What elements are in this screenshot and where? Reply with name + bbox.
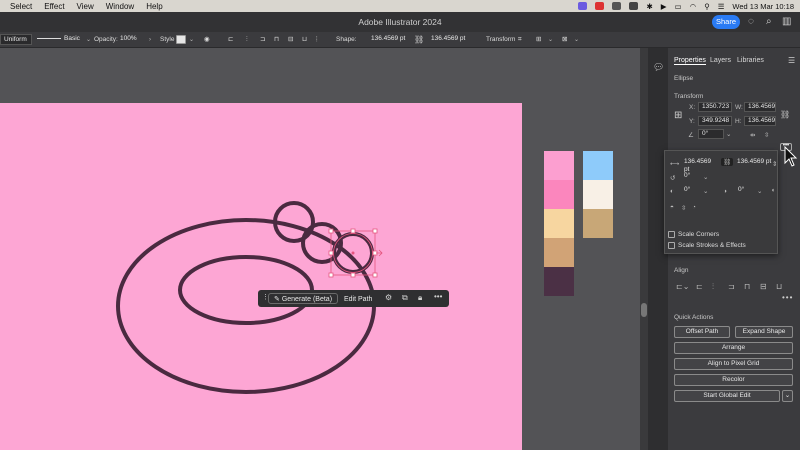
global-edit-options-button[interactable]: ⌄ [782, 390, 793, 402]
popup-height-input[interactable]: 136.4569 pt [734, 158, 772, 168]
align-right-icon[interactable]: ⊐ [728, 282, 735, 291]
flip-vertical-icon[interactable]: ⇳ [681, 204, 686, 212]
popup-width-input[interactable]: 136.4569 pt [681, 158, 717, 173]
start-global-edit-button[interactable]: Start Global Edit [674, 390, 780, 402]
align-bottom-icon[interactable]: ⊔ [776, 282, 782, 291]
w-label: W: [735, 104, 743, 111]
generate-icon: ✎ [274, 296, 280, 303]
edit-path-button[interactable]: Edit Path [338, 293, 378, 304]
comments-icon[interactable]: 💬︎ [653, 62, 664, 73]
swatch-pink-light[interactable] [544, 151, 574, 180]
quick-actions-heading: Quick Actions [674, 314, 714, 321]
swatch-sky[interactable] [583, 151, 613, 180]
w-input[interactable]: 136.4569 [744, 102, 776, 112]
align-hcenter-icon[interactable]: ⫶ [712, 282, 714, 292]
contextual-task-bar: ⋮ ✎ Generate (Beta) Edit Path ⚙ ⧉ 🔒︎ ••• [258, 290, 449, 307]
battery-icon[interactable]: ▭ [675, 2, 682, 11]
scale-strokes-checkbox[interactable] [668, 242, 675, 249]
vertical-scrollbar[interactable] [640, 48, 648, 450]
swatch-khaki[interactable] [583, 209, 613, 238]
popup-rotate-input[interactable]: 0° [681, 172, 703, 182]
scale-corners-checkbox[interactable] [668, 231, 675, 238]
clock[interactable]: Wed 13 Mar 10:18 [732, 2, 794, 11]
flip-horizontal-icon[interactable]: ⇹ [750, 131, 755, 139]
chevron-down-icon[interactable]: ⌄ [726, 130, 731, 138]
popup-reflect-input[interactable]: 0° [735, 186, 757, 196]
lock-icon[interactable]: 🔒︎ [418, 293, 422, 303]
scale-corners-label: Scale Corners [678, 231, 720, 238]
duplicate-icon[interactable]: ⧉ [402, 293, 408, 303]
search-icon[interactable]: ⚲ [704, 2, 710, 11]
control-center-icon[interactable]: ☰ [718, 2, 725, 11]
play-icon[interactable]: ▶ [661, 2, 667, 11]
height-icon: ⇕ [772, 161, 778, 168]
h-label: H: [735, 118, 742, 125]
rotation-input[interactable]: 0° [698, 129, 724, 139]
help-icon[interactable]: ◌ [748, 16, 754, 27]
tab-libraries[interactable]: Libraries [737, 57, 764, 64]
recolor-button[interactable]: Recolor [674, 374, 793, 386]
search-icon[interactable]: ⌕ [766, 16, 772, 27]
object-type-label: Ellipse [674, 75, 694, 82]
swatch-peach[interactable] [544, 209, 574, 238]
rotate-icon: ↺ [670, 175, 676, 182]
transform-heading: Transform [674, 93, 704, 100]
y-input[interactable]: 349.9248 [698, 116, 732, 126]
align-pixel-grid-button[interactable]: Align to Pixel Grid [674, 358, 793, 370]
align-more-icon[interactable]: ••• [782, 293, 793, 302]
x-input[interactable]: 1350.723 [698, 102, 732, 112]
align-heading: Align [674, 267, 689, 274]
tab-layers[interactable]: Layers [710, 57, 731, 64]
link-icon[interactable]: ⛓ [721, 158, 734, 166]
swatch-tan[interactable] [544, 238, 574, 267]
width-icon: ⟷ [670, 161, 680, 168]
scrollbar-thumb[interactable] [641, 303, 647, 317]
chevron-down-icon[interactable]: ⌄ [703, 187, 708, 195]
rotate-icon: ∠ [688, 132, 694, 139]
reflect-axis-icon[interactable]: ◖ [771, 187, 775, 194]
tab-properties[interactable]: Properties [674, 57, 706, 65]
scale-strokes-label: Scale Strokes & Effects [678, 242, 746, 249]
mouse-cursor-icon [784, 146, 798, 167]
swatch-plum[interactable] [544, 267, 574, 296]
arrange-button[interactable]: Arrange [674, 342, 793, 354]
workspace-icon[interactable]: ▥ [782, 16, 791, 27]
align-top-icon[interactable]: ⊓ [744, 282, 750, 291]
align-left-icon[interactable]: ⊏ [696, 282, 703, 291]
more-options-icon[interactable]: ••• [434, 292, 442, 301]
bluetooth-icon[interactable]: ✱ [646, 2, 652, 11]
shear-icon: ◐ [670, 188, 674, 195]
chevron-down-icon: ⌄ [784, 392, 791, 399]
chevron-down-icon[interactable]: ⌄ [757, 187, 762, 195]
panel-menu-icon[interactable]: ☰ [788, 56, 795, 65]
transform-options-popup: ⟷ 136.4569 pt ⛓ 136.4569 pt ⇕ ↺ 0° ⌄ ◐ 0… [664, 150, 778, 254]
offset-path-button[interactable]: Offset Path [674, 326, 730, 338]
expand-shape-button[interactable]: Expand Shape [735, 326, 793, 338]
reference-point-icon[interactable]: ⊞ [674, 110, 682, 121]
reflect-icon: ◑ [723, 188, 727, 195]
chevron-down-icon[interactable]: ⌄ [703, 173, 708, 181]
center-point [351, 251, 355, 255]
x-label: X: [689, 104, 696, 111]
align-vcenter-icon[interactable]: ⊟ [760, 282, 767, 291]
constrain-proportions-icon[interactable]: ⛓ [780, 110, 790, 119]
popup-shear-input[interactable]: 0° [681, 186, 703, 196]
flip-vertical-icon[interactable]: ⇳ [764, 131, 769, 139]
share-button[interactable]: Share [712, 15, 740, 29]
y-label: Y: [689, 118, 695, 125]
generate-beta-button[interactable]: ✎ Generate (Beta) [268, 293, 339, 304]
flip-icon[interactable]: ◓ [670, 204, 674, 211]
wifi-icon[interactable]: ◠ [690, 2, 697, 11]
align-to-icon[interactable]: ⊏⌄ [676, 282, 689, 291]
reset-icon[interactable]: ◔ [692, 204, 696, 211]
swatch-pink[interactable] [544, 180, 574, 209]
settings-gear-icon[interactable]: ⚙ [385, 293, 392, 302]
swatch-cream[interactable] [583, 180, 613, 209]
h-input[interactable]: 136.4569 [744, 116, 776, 126]
